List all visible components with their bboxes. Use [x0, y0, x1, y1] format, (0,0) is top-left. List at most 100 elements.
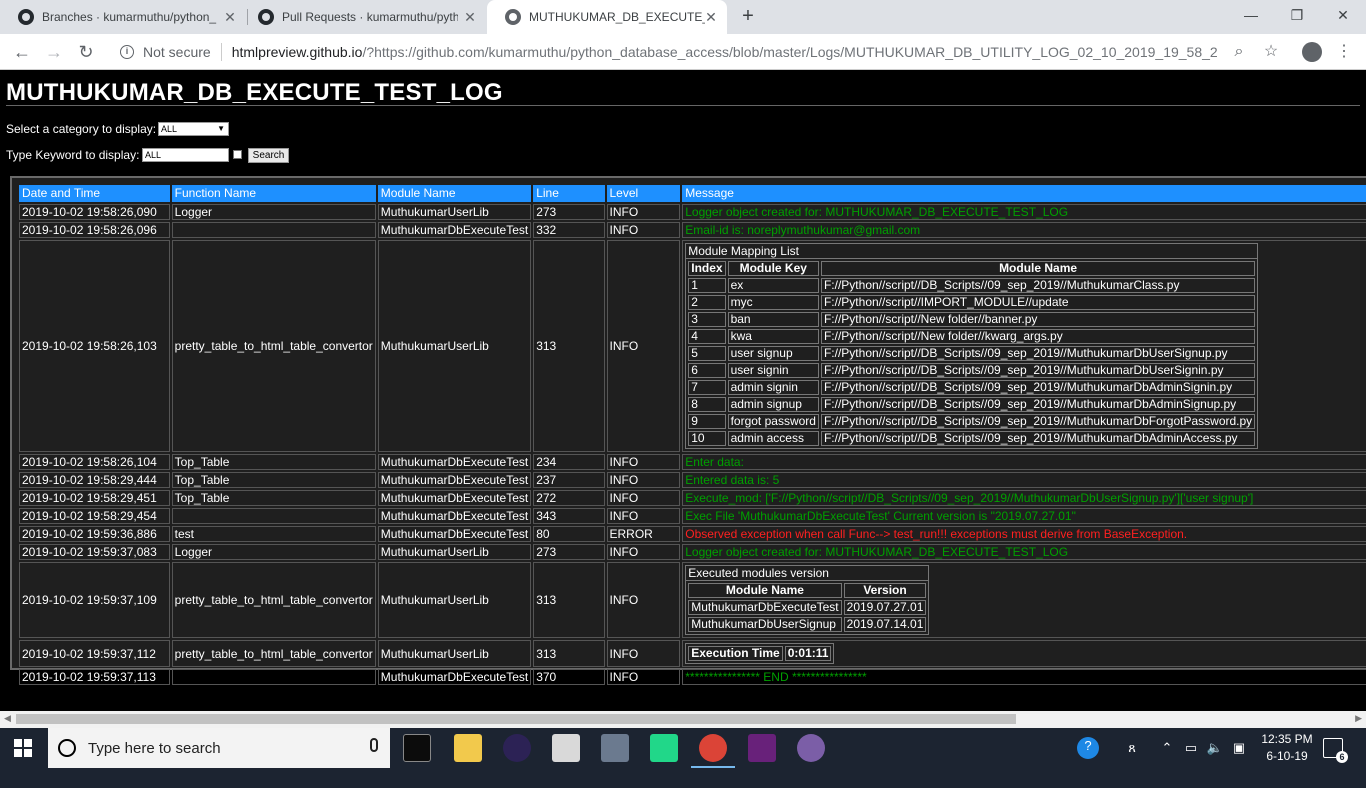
keyword-checkbox[interactable] [233, 150, 242, 159]
cell-index: 6 [688, 363, 726, 378]
url-path: /?https://github.com/kumarmuthu/python_d… [362, 44, 1218, 60]
network-icon[interactable]: ▣ [1230, 739, 1248, 757]
cell-path: F://Python//script//New folder//banner.p… [820, 312, 1256, 327]
table-row: 2019-10-02 19:59:37,113 MuthukumarDbExec… [19, 669, 1366, 685]
keyword-input[interactable]: ALL [142, 148, 229, 162]
header-line: Line [533, 185, 605, 202]
star-icon[interactable]: ☆ [1261, 42, 1281, 62]
notepad-icon[interactable] [552, 734, 580, 762]
close-window-button[interactable]: ✕ [1320, 0, 1366, 30]
notification-center-icon[interactable]: 6 [1323, 738, 1348, 763]
cell-key: user signup [727, 346, 819, 361]
cell-index: 2 [688, 295, 726, 310]
pycharm-icon[interactable] [650, 734, 678, 762]
cell-message: Execute_mod: ['F://Python//script//DB_Sc… [682, 490, 1366, 506]
horizontal-scrollbar[interactable]: ◀ ▶ [0, 711, 1366, 728]
table-row: 2 myc F://Python//script//IMPORT_MODULE//u… [688, 295, 1256, 310]
cell-line: 273 [533, 544, 605, 560]
visual-studio-icon[interactable] [748, 734, 776, 762]
tab-execute-log[interactable]: MUTHUKUMAR_DB_EXECUTE_TE ✕ [487, 0, 727, 34]
info-icon[interactable]: i [120, 45, 134, 59]
cell-module: MuthukumarDbExecuteTest [377, 508, 532, 524]
cell-module: MuthukumarUserLib [377, 240, 532, 452]
cell-date-time: 2019-10-02 19:58:26,103 [19, 240, 170, 452]
cell-index: 10 [688, 431, 726, 446]
forward-button[interactable]: → [42, 40, 66, 64]
close-icon[interactable]: ✕ [703, 9, 719, 25]
taskbar-search-box[interactable]: Type here to search [48, 728, 390, 768]
profile-avatar[interactable] [1302, 42, 1322, 62]
url-text[interactable]: htmlpreview.github.io/?https://github.co… [232, 44, 1218, 60]
tools-icon[interactable] [601, 734, 629, 762]
cell-message: Logger object created for: MUTHUKUMAR_DB… [682, 544, 1366, 560]
chevron-up-icon[interactable]: ⌃ [1158, 739, 1176, 757]
category-select[interactable]: ALL ▼ [158, 122, 229, 136]
app-icon[interactable] [797, 734, 825, 762]
table-row: 2019-10-02 19:59:37,109 pretty_table_to_… [19, 562, 1366, 638]
cell-index: 8 [688, 397, 726, 412]
windows-start-icon[interactable] [14, 739, 32, 757]
file-explorer-icon[interactable] [454, 734, 482, 762]
cell-date-time: 2019-10-02 19:59:37,083 [19, 544, 170, 560]
scroll-left-icon[interactable]: ◀ [4, 713, 11, 724]
cell-level: INFO [606, 640, 681, 667]
cell-date-time: 2019-10-02 19:58:26,090 [19, 204, 170, 220]
tab-branches[interactable]: Branches · kumarmuthu/python_ ✕ [0, 0, 246, 34]
cell-message: Logger object created for: MUTHUKUMAR_DB… [682, 204, 1366, 220]
cell-key: user signin [727, 363, 819, 378]
module-mapping-caption: Module Mapping List [685, 243, 1259, 258]
people-icon[interactable]: ጸ [1123, 739, 1141, 757]
help-icon[interactable]: ? [1077, 737, 1099, 759]
search-button[interactable]: Search [248, 148, 289, 163]
close-icon[interactable]: ✕ [222, 9, 238, 25]
zoom-icon[interactable]: ⌕ [1229, 42, 1249, 62]
cell-version: 2019.07.27.01 [843, 600, 927, 615]
cell-level: INFO [606, 669, 681, 685]
menu-icon[interactable]: ⋮ [1334, 42, 1354, 62]
page-title: MUTHUKUMAR_DB_EXECUTE_TEST_LOG [6, 79, 503, 106]
address-bar[interactable]: i Not secure htmlpreview.github.io/?http… [110, 38, 1260, 66]
scroll-right-icon[interactable]: ▶ [1355, 713, 1362, 724]
terminal-icon[interactable] [403, 734, 431, 762]
cell-level: INFO [606, 490, 681, 506]
cell-module: MuthukumarDbExecuteTest [688, 600, 842, 615]
microphone-icon[interactable] [370, 738, 378, 752]
security-label[interactable]: Not secure [143, 44, 211, 60]
browser-tab-bar: Branches · kumarmuthu/python_ ✕ Pull Req… [0, 0, 1366, 34]
cell-key: admin signin [727, 380, 819, 395]
back-button[interactable]: ← [10, 40, 34, 64]
close-icon[interactable]: ✕ [462, 9, 478, 25]
cell-line: 313 [533, 562, 605, 638]
minimize-button[interactable]: — [1228, 0, 1274, 30]
cell-module: MuthukumarDbExecuteTest [377, 472, 532, 488]
tab-title: MUTHUKUMAR_DB_EXECUTE_TE [529, 10, 705, 24]
table-row: 4 kwa F://Python//script//New folder//kwar… [688, 329, 1256, 344]
table-header-row: Date and Time Function Name Module Name … [19, 185, 1366, 202]
eclipse-icon[interactable] [503, 734, 531, 762]
reload-button[interactable]: ↻ [74, 40, 98, 64]
header-message: Message [682, 185, 1366, 202]
cell-key: forgot password [727, 414, 819, 429]
cell-date-time: 2019-10-02 19:58:26,104 [19, 454, 170, 470]
battery-icon[interactable]: ▭ [1182, 739, 1200, 757]
clock-date: 6-10-19 [1266, 749, 1308, 763]
table-row: MuthukumarDbExecuteTest 2019.07.27.01 [688, 600, 927, 615]
scrollbar-thumb[interactable] [16, 714, 1016, 724]
cell-key: myc [727, 295, 819, 310]
volume-icon[interactable]: 🔈 [1206, 739, 1224, 757]
system-clock[interactable]: 12:35 PM 6-10-19 [1257, 731, 1317, 765]
cell-module: MuthukumarUserLib [377, 562, 532, 638]
cell-function: Top_Table [171, 490, 376, 506]
chrome-icon[interactable] [691, 734, 735, 768]
tab-pull-requests[interactable]: Pull Requests · kumarmuthu/pyth ✕ [240, 0, 486, 34]
restore-button[interactable]: ❐ [1274, 0, 1320, 30]
cell-path: F://Python//script//DB_Scripts//09_sep_2… [820, 431, 1256, 446]
cell-path: F://Python//script//IMPORT_MODULE//updat… [820, 295, 1256, 310]
cell-message: Email-id is: noreplymuthukumar@gmail.com [682, 222, 1366, 238]
new-tab-button[interactable]: + [737, 5, 759, 27]
cell-module: MuthukumarDbExecuteTest [377, 490, 532, 506]
table-row: 3 ban F://Python//script//New folder//bann… [688, 312, 1256, 327]
table-row: 2019-10-02 19:58:29,454 MuthukumarDbExec… [19, 508, 1366, 524]
table-row: 5 user signup F://Python//script//DB_Scrip… [688, 346, 1256, 361]
cell-line: 272 [533, 490, 605, 506]
